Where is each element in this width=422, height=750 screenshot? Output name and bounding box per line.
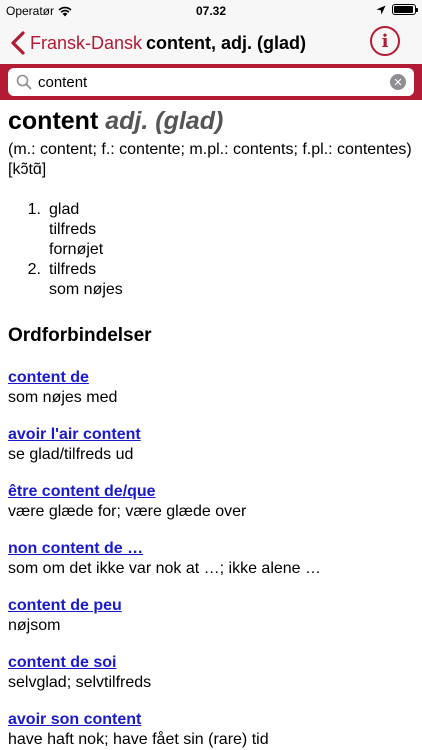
headword: content [8,107,99,135]
page-title: content, adj. (glad) [146,33,306,53]
phrase-link[interactable]: content de soi [8,653,414,673]
info-icon: i [381,30,389,52]
phrase-item: avoir son content have haft nok; have få… [8,710,414,750]
phrase-translation: selvglad; selvtilfreds [8,674,152,691]
navigation-bar: Fransk-Dansk content, adj. (glad) i [0,22,422,64]
search-bar: ✕ [0,64,422,100]
sense-translation: fornøjet [49,241,104,258]
sense-body: glad tilfreds fornøjet [49,200,103,260]
phrase-item: content de som nøjes med [8,368,414,408]
status-bar: Operatør 07.32 [0,0,422,22]
pronunciation: [kɔ̃tɑ̃] [8,161,47,178]
battery-icon [392,4,418,15]
sense-translation: som nøjes [49,281,123,298]
phrase-link[interactable]: non content de … [8,539,414,559]
phrase-item: être content de/que være glæde for; være… [8,482,414,522]
phrase-translation: have haft nok; have fået sin (rare) tid [8,731,269,748]
sense-item: 1. glad tilfreds fornøjet [8,200,414,260]
phrase-translation: nøjsom [8,617,61,634]
phrase-item: content de soi selvglad; selvtilfreds [8,653,414,693]
chevron-left-icon [11,31,25,55]
clear-search-icon[interactable]: ✕ [390,74,406,90]
sense-translation: tilfreds [49,221,97,238]
status-time: 07.32 [195,4,227,18]
sense-body: tilfreds som nøjes [49,260,123,300]
search-icon [16,74,32,90]
back-button[interactable]: Fransk-Dansk [8,30,142,56]
sense-list: 1. glad tilfreds fornøjet 2. tilfreds so… [8,200,414,300]
phrase-translation: se glad/tilfreds ud [8,446,134,463]
sense-number: 2. [27,261,41,278]
sense-item: 2. tilfreds som nøjes [8,260,414,300]
phrase-item: non content de … som om det ikke var nok… [8,539,414,579]
phrase-link[interactable]: avoir son content [8,710,414,730]
headword-line: content adj. (glad) [8,104,414,138]
status-right [376,4,418,15]
sense-translation: tilfreds [49,261,97,278]
part-of-speech: adj. (glad) [105,107,224,135]
phrase-translation: som om det ikke var nok at …; ikke alene… [8,560,322,577]
phrases-heading: Ordforbindelser [8,325,152,346]
sense-number: 1. [27,201,41,218]
phrase-translation: være glæde for; være glæde over [8,503,247,520]
entry-content: content adj. (glad) (m.: content; f.: co… [8,104,414,750]
phrase-link[interactable]: content de peu [8,596,414,616]
inflected-forms: (m.: content; f.: contente; m.pl.: conte… [8,141,412,158]
phrase-item: content de peu nøjsom [8,596,414,636]
search-input[interactable] [38,72,378,92]
sense-translation: glad [49,201,80,218]
phrase-translation: som nøjes med [8,389,118,406]
phrase-link[interactable]: avoir l'air content [8,425,414,445]
phrase-link[interactable]: être content de/que [8,482,414,502]
phrase-link[interactable]: content de [8,368,414,388]
back-button-label: Fransk-Dansk [30,32,143,53]
search-field: ✕ [8,68,414,96]
location-arrow-icon [376,5,386,14]
info-button[interactable]: i [370,26,400,56]
battery-level [394,6,413,13]
phrase-item: avoir l'air content se glad/tilfreds ud [8,425,414,465]
